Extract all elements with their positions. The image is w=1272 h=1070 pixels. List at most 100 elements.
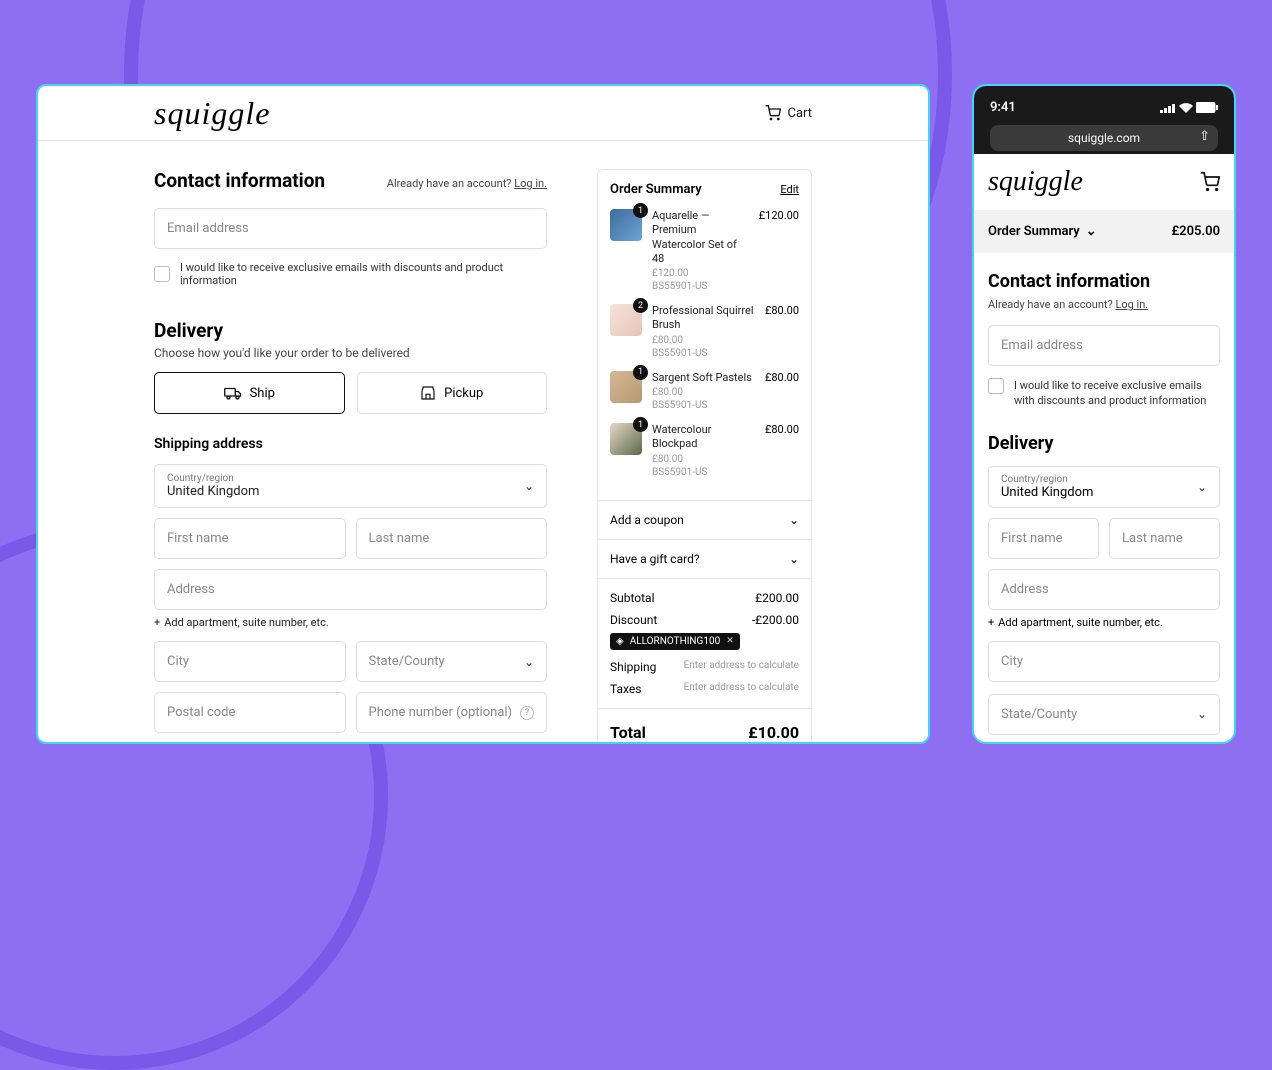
taxes-label: Taxes [610, 682, 641, 696]
battery-icon [1196, 102, 1218, 113]
header: squiggle Cart [38, 86, 928, 141]
chevron-down-icon: ⌄ [1086, 224, 1097, 239]
add-apartment-link[interactable]: + Add apartment, suite number, etc. [988, 616, 1220, 629]
edit-link[interactable]: Edit [780, 183, 799, 196]
summary-total: £205.00 [1171, 224, 1220, 239]
cart-link[interactable]: Cart [765, 105, 812, 121]
pickup-option[interactable]: Pickup [357, 372, 548, 414]
checkout-main: Contact information Already have an acco… [154, 169, 547, 742]
email-input[interactable]: Email address [154, 208, 547, 249]
summary-item: 1 Aquarelle — Premium Watercolor Set of … [610, 209, 799, 292]
qty-badge: 1 [633, 417, 648, 432]
status-icons [1160, 100, 1218, 115]
discount-value: -£200.00 [752, 613, 799, 627]
chevron-down-icon: ⌄ [1197, 707, 1207, 721]
email-input[interactable]: Email address [988, 325, 1220, 366]
login-link[interactable]: Log in. [1115, 298, 1148, 311]
url-bar[interactable]: squiggle.com ⇧ [990, 125, 1218, 151]
address-input[interactable]: Address [988, 569, 1220, 610]
shipping-address-heading: Shipping address [154, 436, 547, 452]
state-select[interactable]: State/County ⌄ [356, 641, 548, 682]
shipping-label: Shipping [610, 660, 656, 674]
summary-toggle[interactable]: Order Summary ⌄ £205.00 [974, 210, 1234, 253]
mobile-checkout: 9:41 squiggle.com ⇧ squiggle Order Summa… [972, 84, 1236, 744]
chevron-down-icon: ⌄ [1197, 480, 1207, 494]
ship-option[interactable]: Ship [154, 372, 345, 414]
login-prompt: Already have an account? Log in. [387, 177, 547, 190]
state-select[interactable]: State/County ⌄ [988, 694, 1220, 735]
plus-icon: + [154, 616, 160, 629]
truck-icon [224, 386, 242, 400]
cart-icon[interactable] [1200, 172, 1220, 192]
item-unit-price: £80.00 [652, 454, 755, 465]
summary-title: Order Summary [610, 182, 702, 197]
order-summary: Order Summary Edit 1 Aquarelle — Premium… [597, 169, 812, 742]
summary-item: 1 Sargent Soft Pastels £80.00 BS55901-US… [610, 371, 799, 411]
item-thumbnail: 2 [610, 304, 642, 336]
first-name-input[interactable]: First name [154, 518, 346, 559]
delivery-heading: Delivery [988, 433, 1220, 454]
optin-label: I would like to receive exclusive emails… [180, 261, 547, 287]
postal-input[interactable]: Postal code [154, 692, 346, 733]
item-thumbnail: 1 [610, 209, 642, 241]
item-sku: BS55901-US [652, 467, 755, 478]
city-input[interactable]: City [154, 641, 346, 682]
item-unit-price: £120.00 [652, 268, 749, 279]
item-line-price: £120.00 [759, 209, 799, 292]
tag-icon: ◈ [616, 636, 624, 647]
total-value: £10.00 [748, 723, 799, 742]
applied-coupon-tag: ◈ ALLORNOTHING100 ✕ [610, 633, 740, 650]
gift-card-toggle[interactable]: Have a gift card? ⌄ [598, 539, 811, 578]
cart-icon [765, 105, 781, 121]
contact-heading: Contact information [154, 169, 325, 192]
remove-coupon-button[interactable]: ✕ [726, 636, 734, 646]
login-prompt: Already have an account? Log in. [988, 298, 1220, 311]
logo: squiggle [988, 166, 1083, 198]
address-input[interactable]: Address [154, 569, 547, 610]
item-line-price: £80.00 [765, 371, 799, 411]
subtotal-label: Subtotal [610, 591, 655, 605]
first-name-input[interactable]: First name [988, 518, 1099, 559]
item-name: Watercolour Blockpad [652, 423, 755, 452]
signal-icon [1160, 103, 1176, 113]
item-sku: BS55901-US [652, 348, 755, 359]
delivery-desc: Choose how you'd like your order to be d… [154, 346, 547, 360]
chevron-down-icon: ⌄ [524, 479, 534, 493]
item-name: Aquarelle — Premium Watercolor Set of 48 [652, 209, 749, 266]
help-icon[interactable]: ? [520, 706, 534, 720]
store-icon [420, 385, 436, 401]
delivery-heading: Delivery [154, 319, 547, 342]
time: 9:41 [990, 100, 1016, 115]
contact-heading: Contact information [988, 271, 1220, 292]
wifi-icon [1179, 103, 1193, 113]
discount-label: Discount [610, 613, 657, 627]
add-coupon-toggle[interactable]: Add a coupon ⌄ [598, 500, 811, 539]
optin-label: I would like to receive exclusive emails… [1014, 378, 1220, 409]
phone-input[interactable]: Phone number (optional) ? [356, 692, 548, 733]
qty-badge: 1 [633, 203, 648, 218]
item-unit-price: £80.00 [652, 335, 755, 346]
chevron-down-icon: ⌄ [789, 513, 799, 527]
city-input[interactable]: City [988, 641, 1220, 682]
chevron-down-icon: ⌄ [789, 552, 799, 566]
total-label: Total [610, 723, 646, 742]
item-name: Sargent Soft Pastels [652, 371, 755, 385]
add-apartment-link[interactable]: + Add apartment, suite number, etc. [154, 616, 547, 629]
optin-checkbox[interactable] [988, 378, 1004, 394]
taxes-hint: Enter address to calculate [684, 682, 799, 696]
country-select[interactable]: Country/region United Kingdom ⌄ [154, 464, 547, 508]
optin-checkbox[interactable] [154, 266, 170, 282]
item-sku: BS55901-US [652, 400, 755, 411]
qty-badge: 2 [633, 298, 648, 313]
qty-badge: 1 [633, 365, 648, 380]
item-sku: BS55901-US [652, 281, 749, 292]
item-thumbnail: 1 [610, 371, 642, 403]
shipping-hint: Enter address to calculate [684, 660, 799, 674]
summary-item: 2 Professional Squirrel Brush £80.00 BS5… [610, 304, 799, 359]
summary-item: 1 Watercolour Blockpad £80.00 BS55901-US… [610, 423, 799, 478]
last-name-input[interactable]: Last name [356, 518, 548, 559]
login-link[interactable]: Log in. [514, 177, 547, 190]
share-icon[interactable]: ⇧ [1199, 129, 1210, 144]
last-name-input[interactable]: Last name [1109, 518, 1220, 559]
country-select[interactable]: Country/region United Kingdom ⌄ [988, 466, 1220, 508]
